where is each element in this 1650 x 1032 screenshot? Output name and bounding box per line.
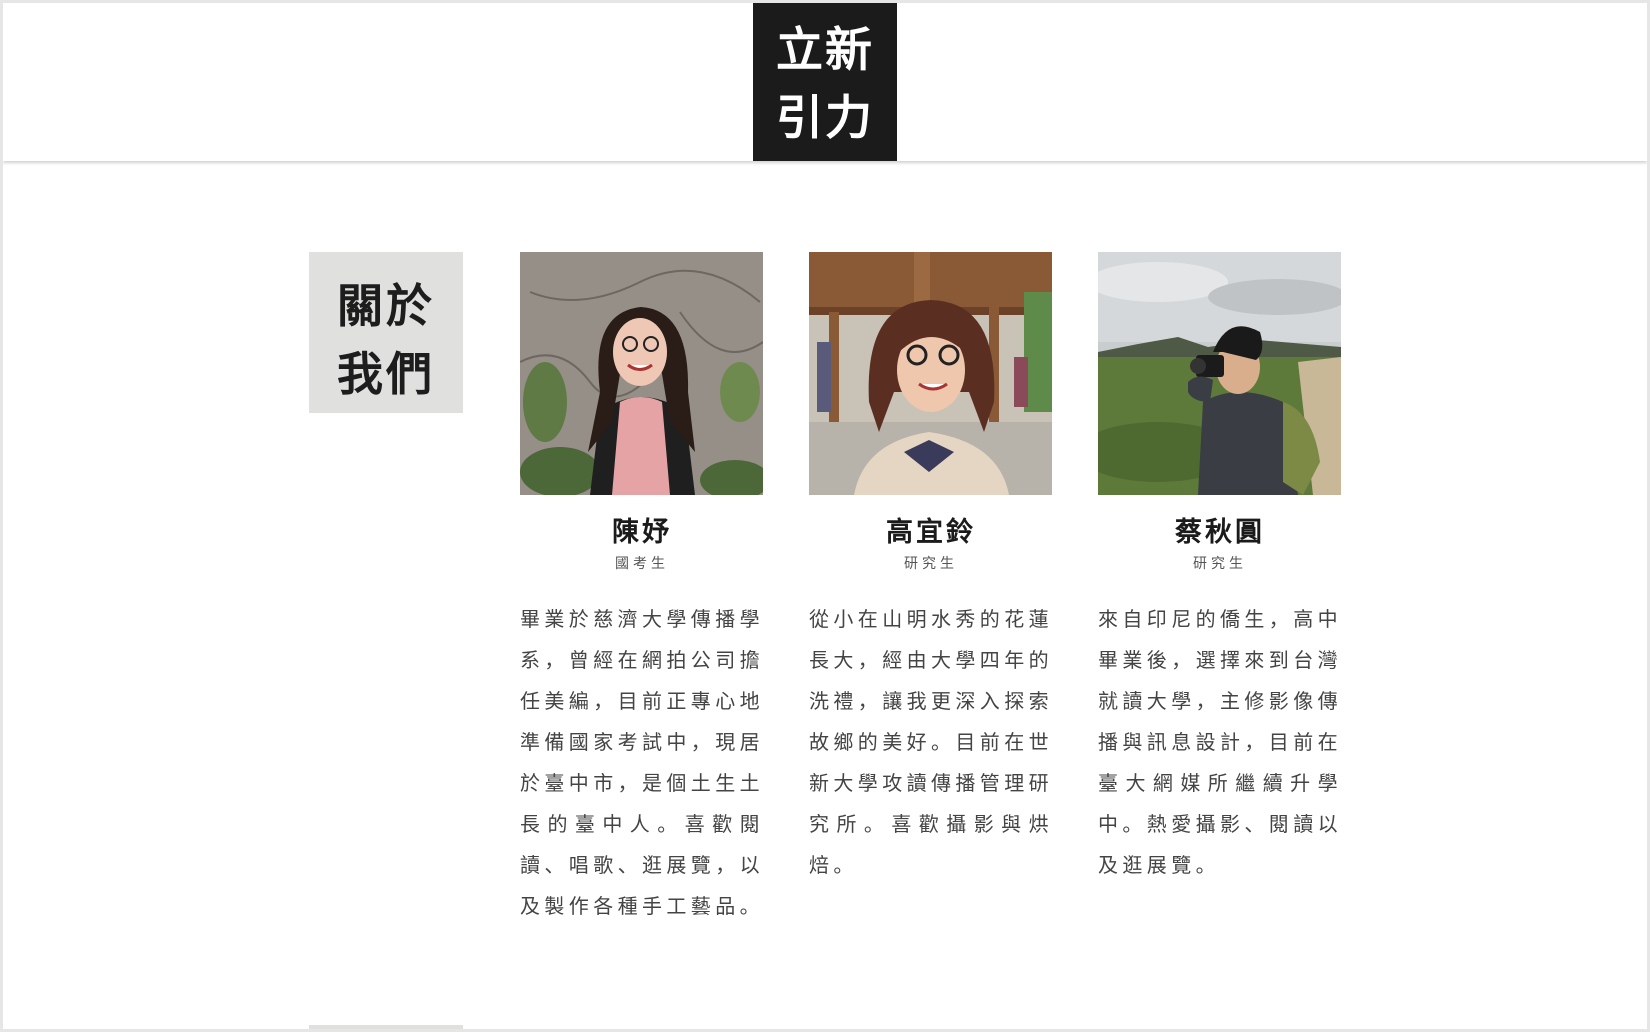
logo-line-2: 引力 [776, 91, 874, 146]
member-card: 蔡秋圓 研究生 來自印尼的僑生，高中畢業後，選擇來到台灣就讀大學，主修影像傳播與… [1098, 252, 1342, 886]
logo-line-1: 立新 [776, 23, 874, 78]
member-card: 高宜鈴 研究生 從小在山明水秀的花蓮長大，經由大學四年的洗禮，讓我更深入探索故鄉… [809, 252, 1053, 886]
member-name: 蔡秋圓 [1175, 517, 1265, 548]
member-name: 高宜鈴 [886, 517, 976, 548]
member-role: 國考生 [615, 556, 669, 572]
member-name: 陳妤 [612, 517, 672, 548]
about-us-heading: 關於 我們 [309, 252, 463, 413]
member-bio: 來自印尼的僑生，高中畢業後，選擇來到台灣就讀大學，主修影像傳播與訊息設計，目前在… [1098, 607, 1342, 877]
member-bio: 畢業於慈濟大學傳播學系，曾經在網拍公司擔任美編，目前正專心地準備國家考試中，現居… [520, 607, 764, 918]
member-role: 研究生 [1193, 556, 1247, 572]
about-title-line-1: 關於 [337, 279, 435, 333]
member-photo [809, 252, 1052, 495]
site-logo[interactable]: 立新 引力 [753, 3, 897, 161]
member-bio: 從小在山明水秀的花蓮長大，經由大學四年的洗禮，讓我更深入探索故鄉的美好。目前在世… [809, 607, 1053, 877]
about-title-line-2: 我們 [337, 347, 435, 401]
page: 立新 引力 關於 我們 陳妤 國考生 畢業於慈濟大學傳播學系，曾經在網拍公司擔任… [3, 3, 1647, 1029]
member-photo [1098, 252, 1341, 495]
site-header: 立新 引力 [3, 3, 1647, 161]
member-card: 陳妤 國考生 畢業於慈濟大學傳播學系，曾經在網拍公司擔任美編，目前正專心地準備國… [520, 252, 764, 927]
section-divider [309, 1025, 463, 1029]
member-role: 研究生 [904, 556, 958, 572]
member-photo [520, 252, 763, 495]
